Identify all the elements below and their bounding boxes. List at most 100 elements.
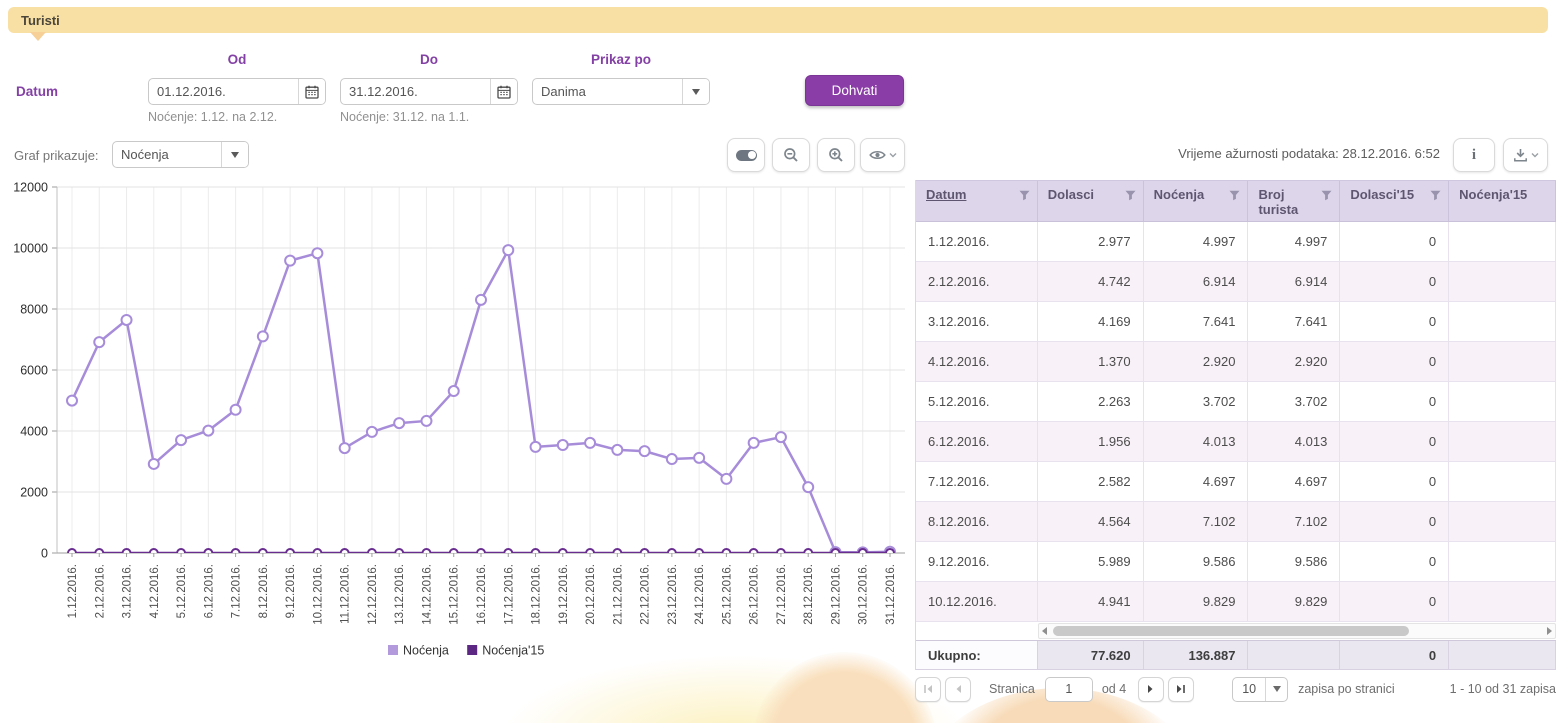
prikaz-po-value: Danima: [533, 79, 682, 104]
graf-prikazuje-label: Graf prikazuje:: [14, 148, 99, 163]
svg-text:28.12.2016.: 28.12.2016.: [803, 564, 815, 625]
scroll-right-icon[interactable]: [1547, 627, 1552, 635]
cell-value: 4.013: [1144, 422, 1249, 461]
date-to-input[interactable]: [341, 79, 490, 104]
cell-value: 3.702: [1144, 382, 1249, 421]
column-header-3[interactable]: Noćenja: [1144, 181, 1249, 221]
table-row[interactable]: 3.12.2016.4.1697.6417.6410: [916, 302, 1556, 342]
chart-zoom-out-button[interactable]: [772, 138, 810, 172]
svg-text:14.12.2016.: 14.12.2016.: [421, 564, 433, 625]
cell-value: 4.169: [1038, 302, 1144, 341]
cell-value: 0: [1340, 502, 1449, 541]
table-row[interactable]: 8.12.2016.4.5647.1027.1020: [916, 502, 1556, 542]
filter-icon[interactable]: [1430, 190, 1441, 201]
cell-value: 1.370: [1038, 342, 1144, 381]
column-header-5[interactable]: Dolasci'15: [1340, 181, 1449, 221]
svg-text:6.12.2016.: 6.12.2016.: [203, 564, 215, 618]
cell-date: 10.12.2016.: [916, 582, 1038, 621]
chart-toggle-button[interactable]: [727, 138, 765, 172]
cell-value: 4.997: [1144, 222, 1249, 261]
calendar-icon[interactable]: [298, 79, 325, 104]
graf-prikazuje-select[interactable]: Noćenja: [112, 141, 249, 168]
cell-value: 2.920: [1144, 342, 1249, 381]
do-label: Do: [340, 52, 518, 67]
svg-text:15.12.2016.: 15.12.2016.: [449, 564, 461, 625]
info-button[interactable]: i: [1453, 138, 1495, 172]
svg-text:7.12.2016.: 7.12.2016.: [231, 564, 243, 618]
nocenja-line-chart: 0200040006000800010000120001.12.2016.2.1…: [0, 178, 912, 678]
date-from-input[interactable]: [149, 79, 298, 104]
calendar-icon[interactable]: [490, 79, 517, 104]
chevron-down-icon: [889, 152, 897, 158]
filter-icon[interactable]: [1019, 190, 1030, 201]
prikaz-po-select[interactable]: Danima: [532, 78, 710, 105]
cell-date: 5.12.2016.: [916, 382, 1038, 421]
next-page-button[interactable]: [1138, 677, 1164, 702]
prikaz-po-label: Prikaz po: [532, 52, 710, 67]
filter-icon[interactable]: [1321, 190, 1332, 201]
scrollbar-track[interactable]: [1038, 623, 1556, 639]
filter-icon[interactable]: [1125, 190, 1136, 201]
cell-value: [1449, 422, 1556, 461]
filter-icon[interactable]: [1229, 190, 1240, 201]
section-header-turisti[interactable]: Turisti: [8, 7, 1548, 33]
page-count-label: od 4: [1102, 682, 1126, 696]
svg-text:10000: 10000: [13, 242, 48, 256]
table-row[interactable]: 4.12.2016.1.3702.9202.9200: [916, 342, 1556, 382]
page-size-select[interactable]: 10: [1232, 677, 1288, 702]
chevron-down-icon[interactable]: [221, 142, 248, 167]
cell-value: 4.564: [1038, 502, 1144, 541]
column-header-2[interactable]: Dolasci: [1038, 181, 1144, 221]
svg-text:25.12.2016.: 25.12.2016.: [721, 564, 733, 625]
cell-value: 9.829: [1248, 582, 1340, 621]
table-row[interactable]: 7.12.2016.2.5824.6974.6970: [916, 462, 1556, 502]
cell-value: [1449, 382, 1556, 421]
dohvati-button[interactable]: Dohvati: [805, 75, 904, 106]
chart-visibility-dropdown[interactable]: [860, 138, 905, 172]
scroll-left-icon[interactable]: [1042, 627, 1047, 635]
scrollbar-thumb[interactable]: [1053, 626, 1409, 636]
legend-item[interactable]: Noćenja: [388, 644, 449, 658]
cell-value: [1449, 302, 1556, 341]
table-row[interactable]: 6.12.2016.1.9564.0134.0130: [916, 422, 1556, 462]
chevron-down-icon[interactable]: [682, 79, 709, 104]
table-body: 1.12.2016.2.9774.9974.99702.12.2016.4.74…: [916, 222, 1556, 622]
cell-value: 0: [1340, 302, 1449, 341]
last-page-button[interactable]: [1168, 677, 1194, 702]
svg-text:31.12.2016.: 31.12.2016.: [885, 564, 897, 625]
cell-value: 0: [1340, 222, 1449, 261]
chevron-down-icon: [1531, 152, 1539, 158]
svg-text:27.12.2016.: 27.12.2016.: [776, 564, 788, 625]
svg-text:9.12.2016.: 9.12.2016.: [285, 564, 297, 618]
prev-page-button[interactable]: [945, 677, 971, 702]
page-number-input[interactable]: [1045, 677, 1093, 702]
cell-value: 9.586: [1248, 542, 1340, 581]
totals-value: 77.620: [1038, 641, 1144, 669]
cell-value: [1449, 582, 1556, 621]
svg-text:23.12.2016.: 23.12.2016.: [667, 564, 679, 625]
column-header-1[interactable]: Datum: [916, 181, 1038, 221]
table-row[interactable]: 1.12.2016.2.9774.9974.9970: [916, 222, 1556, 262]
svg-text:13.12.2016.: 13.12.2016.: [394, 564, 406, 625]
totals-value: [1449, 641, 1556, 669]
table-row[interactable]: 10.12.2016.4.9419.8299.8290: [916, 582, 1556, 622]
cell-value: 6.914: [1248, 262, 1340, 301]
export-dropdown-button[interactable]: [1503, 138, 1548, 172]
cell-value: 3.702: [1248, 382, 1340, 421]
svg-text:12.12.2016.: 12.12.2016.: [367, 564, 379, 625]
cell-value: 6.914: [1144, 262, 1249, 301]
cell-value: 0: [1340, 342, 1449, 381]
download-icon: [1513, 148, 1528, 162]
table-row[interactable]: 5.12.2016.2.2633.7023.7020: [916, 382, 1556, 422]
cell-value: 2.920: [1248, 342, 1340, 381]
table-row[interactable]: 9.12.2016.5.9899.5869.5860: [916, 542, 1556, 582]
column-header-4[interactable]: Broj turista: [1248, 181, 1340, 221]
legend-item[interactable]: Noćenja'15: [467, 644, 544, 658]
table-row[interactable]: 2.12.2016.4.7426.9146.9140: [916, 262, 1556, 302]
cell-value: 0: [1340, 382, 1449, 421]
first-page-button[interactable]: [915, 677, 941, 702]
column-header-6[interactable]: Noćenja'15: [1449, 181, 1556, 221]
chart-zoom-in-button[interactable]: [817, 138, 855, 172]
table-header-row: DatumDolasciNoćenjaBroj turistaDolasci'1…: [916, 180, 1556, 222]
date-to-field: [340, 78, 518, 105]
